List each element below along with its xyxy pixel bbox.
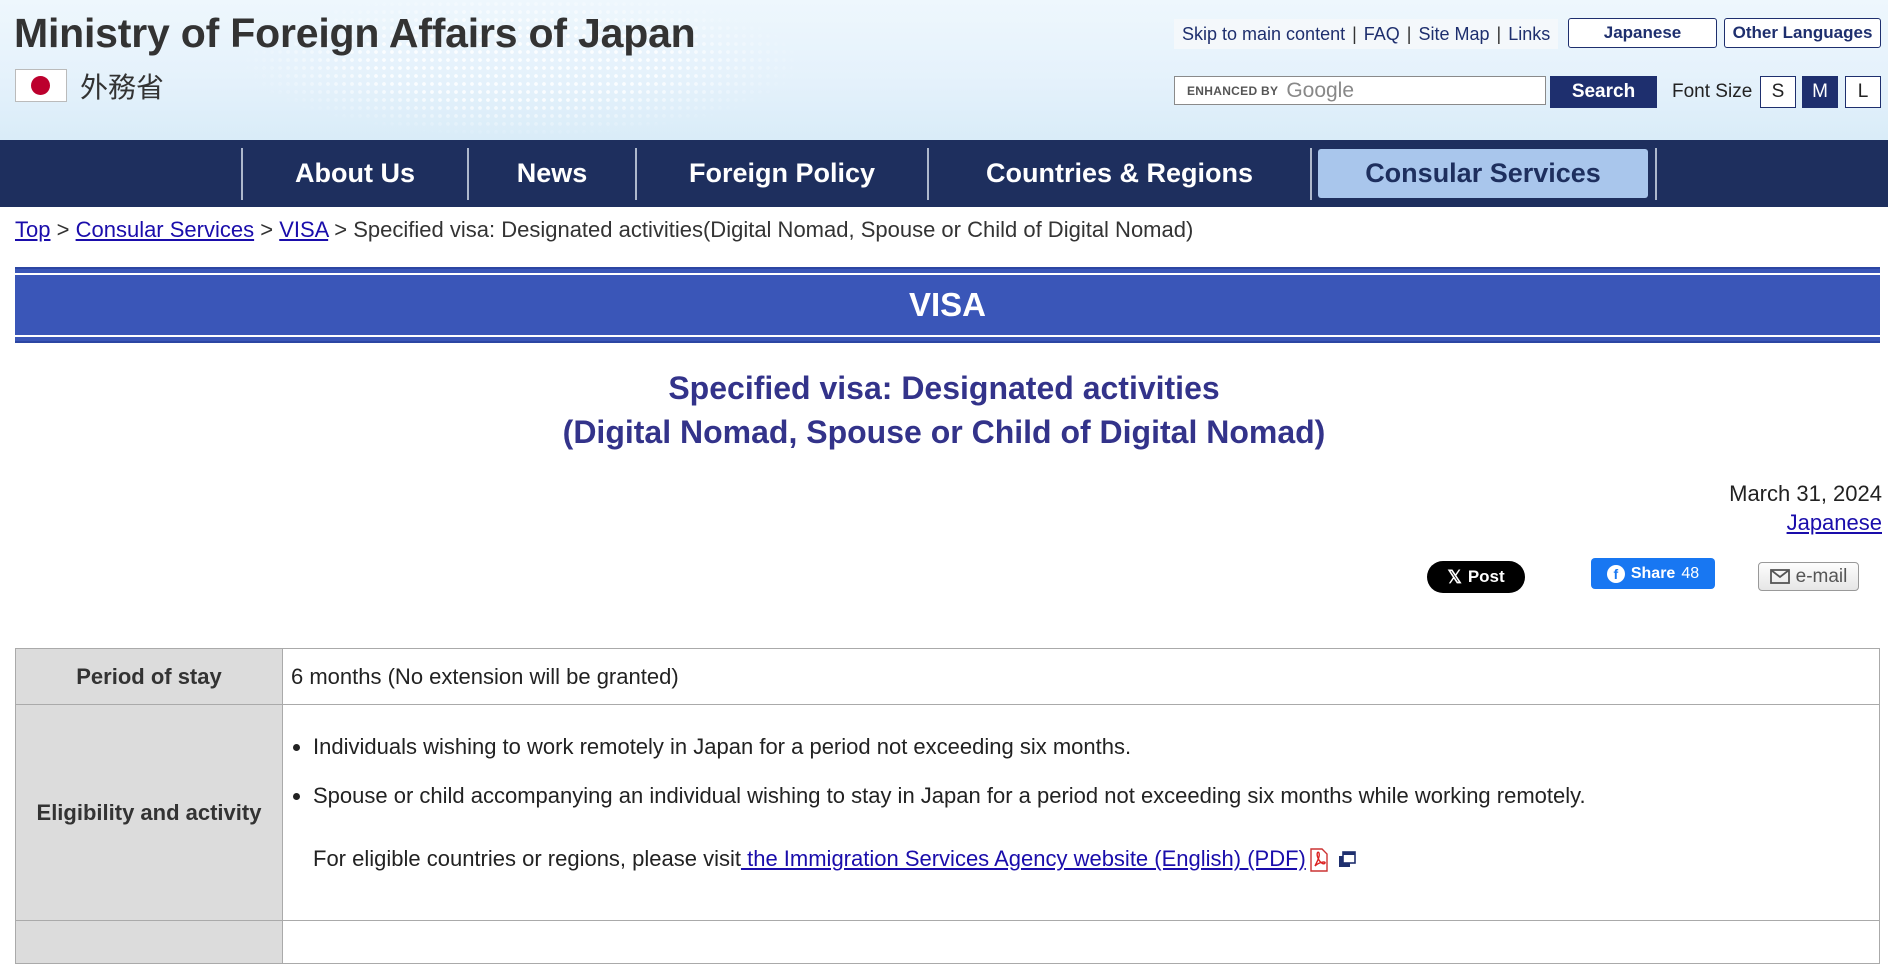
search-enhanced-label: ENHANCED BY xyxy=(1187,83,1279,98)
eligibility-cell: Individuals wishing to work remotely in … xyxy=(282,704,1880,921)
publish-date: March 31, 2024 xyxy=(1729,481,1882,506)
nav-divider xyxy=(1655,148,1657,200)
nav-item-news[interactable]: News xyxy=(469,140,635,207)
font-size-medium-button[interactable]: M xyxy=(1802,76,1838,108)
font-size-small-button[interactable]: S xyxy=(1760,76,1796,108)
breadcrumb-separator: > xyxy=(260,217,274,242)
immigration-agency-pdf-link[interactable]: the Immigration Services Agency website … xyxy=(741,846,1306,871)
page-title-line2: (Digital Nomad, Spouse or Child of Digit… xyxy=(562,414,1326,450)
japanese-version-link[interactable]: Japanese xyxy=(1787,510,1882,536)
skip-to-main-link[interactable]: Skip to main content xyxy=(1182,24,1345,45)
site-title[interactable]: Ministry of Foreign Affairs of Japan xyxy=(14,10,696,57)
facebook-icon: f xyxy=(1606,564,1625,583)
page-title-line1: Specified visa: Designated activities xyxy=(668,370,1220,406)
breadcrumb-consular-link[interactable]: Consular Services xyxy=(76,217,255,242)
nav-item-about-us[interactable]: About Us xyxy=(243,140,467,207)
section-banner-title: VISA xyxy=(908,286,987,323)
breadcrumb-separator: > xyxy=(334,217,348,242)
period-of-stay-header: Period of stay xyxy=(15,648,283,705)
external-window-icon xyxy=(1338,851,1356,868)
search-button[interactable]: Search xyxy=(1550,76,1657,108)
site-name-japanese[interactable]: 外務省 xyxy=(80,66,164,106)
global-nav: About Us News Foreign Policy Countries &… xyxy=(0,140,1888,207)
breadcrumb-current: Specified visa: Designated activities(Di… xyxy=(353,217,1194,242)
separator: | xyxy=(1496,23,1502,44)
email-label: e-mail xyxy=(1795,565,1848,587)
japan-flag-icon xyxy=(15,69,67,102)
breadcrumb-visa-link[interactable]: VISA xyxy=(279,217,328,242)
next-row-header xyxy=(15,920,283,964)
envelope-icon xyxy=(1769,569,1790,584)
breadcrumb-top-link[interactable]: Top xyxy=(15,217,50,242)
page-title: Specified visa: Designated activities (D… xyxy=(0,366,1888,454)
nav-item-consular-services[interactable]: Consular Services xyxy=(1318,149,1648,198)
utility-links: Skip to main content | FAQ | Site Map | … xyxy=(1174,19,1559,49)
next-row-value xyxy=(282,920,1880,964)
breadcrumb: Top > Consular Services > VISA > Specifi… xyxy=(15,217,1193,243)
site-header: Ministry of Foreign Affairs of Japan 外務省… xyxy=(0,0,1888,140)
facebook-share-button[interactable]: f Share 48 xyxy=(1591,558,1715,589)
facebook-share-label: Share xyxy=(1630,564,1676,582)
table-row: Eligibility and activity Individuals wis… xyxy=(15,704,1880,921)
x-post-label: Post xyxy=(1467,567,1505,586)
list-item: Individuals wishing to work remotely in … xyxy=(313,705,1879,760)
font-size-label: Font Size xyxy=(1672,81,1753,102)
eligibility-list: Individuals wishing to work remotely in … xyxy=(283,705,1879,809)
nav-divider xyxy=(1310,148,1312,200)
eligibility-header: Eligibility and activity xyxy=(15,704,283,921)
nav-item-foreign-policy[interactable]: Foreign Policy xyxy=(637,140,927,207)
email-share-button[interactable]: e-mail xyxy=(1758,562,1859,591)
faq-link[interactable]: FAQ xyxy=(1364,24,1400,45)
section-banner: VISA xyxy=(15,267,1880,343)
links-link[interactable]: Links xyxy=(1508,24,1550,45)
separator: | xyxy=(1352,23,1357,44)
breadcrumb-separator: > xyxy=(56,217,70,242)
eligible-countries-text: For eligible countries or regions, pleas… xyxy=(313,846,741,871)
nav-item-countries-regions[interactable]: Countries & Regions xyxy=(929,140,1310,207)
table-row xyxy=(15,920,1880,964)
japanese-language-button[interactable]: Japanese xyxy=(1568,18,1717,48)
table-row: Period of stay 6 months (No extension wi… xyxy=(15,648,1880,705)
period-of-stay-value: 6 months (No extension will be granted) xyxy=(282,648,1880,705)
x-post-button[interactable]: 𝕏 Post xyxy=(1427,561,1525,593)
pdf-icon xyxy=(1310,848,1328,872)
facebook-share-count: 48 xyxy=(1681,564,1700,582)
other-languages-button[interactable]: Other Languages xyxy=(1724,18,1881,48)
list-item: Spouse or child accompanying an individu… xyxy=(313,760,1879,809)
font-size-large-button[interactable]: L xyxy=(1845,76,1881,108)
eligible-countries-note: For eligible countries or regions, pleas… xyxy=(283,809,1879,872)
search-input[interactable]: ENHANCED BY Google xyxy=(1174,76,1546,105)
google-logo: Google xyxy=(1286,78,1355,102)
x-logo-icon: 𝕏 xyxy=(1447,566,1462,587)
separator: | xyxy=(1406,23,1412,44)
visa-info-table: Period of stay 6 months (No extension wi… xyxy=(15,648,1880,964)
site-map-link[interactable]: Site Map xyxy=(1418,24,1489,45)
